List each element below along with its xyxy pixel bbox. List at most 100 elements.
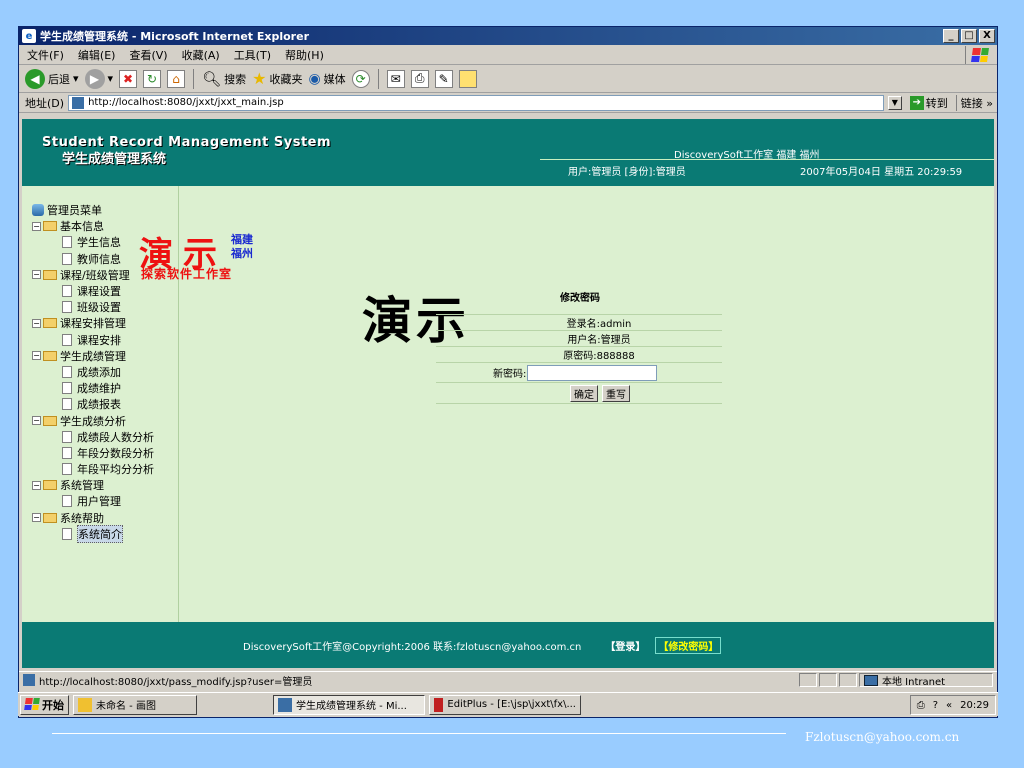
links-label: 链接 xyxy=(960,96,983,110)
copyright-text: DiscoverySoft工作室@Copyright:2006 联系:fzlot… xyxy=(243,641,582,653)
menu-item-class-setup[interactable]: 班级设置 xyxy=(32,299,178,315)
menu-item-score-band-count[interactable]: 成绩段人数分析 xyxy=(32,429,178,445)
watermark-city: 福建 福州 xyxy=(231,233,253,260)
paint-icon xyxy=(78,697,92,712)
database-icon xyxy=(32,204,44,217)
back-button[interactable]: ◀ 后退 ▾ xyxy=(25,68,79,89)
group-score-management[interactable]: − 学生成绩管理 xyxy=(32,348,178,364)
star-icon: ★ xyxy=(252,69,267,88)
watermark-studio: 探索软件工作室 xyxy=(141,267,233,281)
collapse-icon[interactable]: − xyxy=(32,480,41,490)
menu-root[interactable]: 管理员菜单 xyxy=(32,202,178,218)
editplus-icon xyxy=(434,697,444,712)
document-icon xyxy=(62,430,72,443)
datetime: 2007年05月04日 星期五 20:29:59 xyxy=(800,167,963,178)
document-icon xyxy=(62,382,72,395)
refresh-icon[interactable]: ↻ xyxy=(143,69,162,88)
document-icon xyxy=(62,446,72,459)
windows-flag-icon xyxy=(965,46,993,64)
reset-button[interactable]: 重写 xyxy=(602,384,630,402)
task-paint[interactable]: 未命名 - 画图 xyxy=(73,694,197,715)
new-password-input[interactable] xyxy=(527,364,658,381)
footer-banner: DiscoverySoft工作室@Copyright:2006 联系:fzlot… xyxy=(22,622,994,668)
search-button[interactable]: 🔍︎ 搜索 xyxy=(202,70,246,88)
document-icon xyxy=(62,527,72,540)
menu-item-score-add[interactable]: 成绩添加 xyxy=(32,364,178,380)
menu-item-grade-band[interactable]: 年段分数段分析 xyxy=(32,445,178,461)
slide-email: Fzlotuscn@yahoo.com.cn xyxy=(805,730,960,744)
login-link[interactable]: 【登录】 xyxy=(605,638,645,653)
new-password-row: 新密码: xyxy=(436,362,722,382)
intranet-icon xyxy=(864,674,878,686)
home-icon[interactable]: ⌂ xyxy=(167,69,186,88)
change-password-link[interactable]: 【修改密码】 xyxy=(655,636,722,654)
address-input[interactable]: http://localhost:8080/jxxt/jxxt_main.jsp xyxy=(68,94,884,111)
confirm-button[interactable]: 确定 xyxy=(570,384,598,402)
folder-icon xyxy=(43,480,57,491)
menu-item-score-report[interactable]: 成绩报表 xyxy=(32,396,178,412)
print-icon[interactable]: ⎙ xyxy=(410,69,429,88)
status-url: http://localhost:8080/jxxt/pass_modify.j… xyxy=(39,676,313,688)
old-password-row: 原密码:888888 xyxy=(436,346,722,362)
minimize-button[interactable]: _ xyxy=(943,29,959,43)
messenger-icon[interactable] xyxy=(458,69,477,88)
group-system-help[interactable]: − 系统帮助 xyxy=(32,510,178,526)
back-arrow-icon: ◀ xyxy=(25,68,45,89)
address-dropdown-icon[interactable]: ▼ xyxy=(887,95,902,110)
menu-item-user-management[interactable]: 用户管理 xyxy=(32,493,178,509)
go-arrow-icon: ➔ xyxy=(909,95,924,110)
favorites-button[interactable]: ★ 收藏夹 xyxy=(252,69,302,88)
maximize-button[interactable]: □ xyxy=(961,29,977,43)
group-score-analysis[interactable]: − 学生成绩分析 xyxy=(32,412,178,428)
group-course-schedule[interactable]: − 课程安排管理 xyxy=(32,315,178,331)
edit-icon[interactable]: ✎ xyxy=(434,69,453,88)
menu-item-score-maintain[interactable]: 成绩维护 xyxy=(32,380,178,396)
close-button[interactable]: X xyxy=(979,29,995,43)
menu-item-grade-average[interactable]: 年段平均分分析 xyxy=(32,461,178,477)
folder-icon xyxy=(43,269,57,280)
links-button[interactable]: 链接 » xyxy=(955,94,997,111)
media-button[interactable]: ◉ 媒体 xyxy=(308,71,345,87)
toolbar: ◀ 后退 ▾ ▶ ▾ ✖ ↻ ⌂ 🔍︎ 搜索 ★ 收藏夹 ◉ 媒体 ⟳ ✉ ⎙ … xyxy=(19,65,997,93)
history-icon[interactable]: ⟳ xyxy=(351,69,370,88)
back-dropdown-icon[interactable]: ▾ xyxy=(73,72,79,85)
menu-file[interactable]: 文件(F) xyxy=(27,47,64,63)
folder-icon xyxy=(43,512,57,523)
task-ie[interactable]: 学生成绩管理系统 - Mi... xyxy=(273,694,425,715)
collapse-icon[interactable]: − xyxy=(32,416,41,426)
folder-icon xyxy=(43,221,57,232)
menu-view[interactable]: 查看(V) xyxy=(129,47,167,63)
stop-icon[interactable]: ✖ xyxy=(119,69,138,88)
forward-dropdown-icon[interactable]: ▾ xyxy=(108,72,114,85)
group-system-management[interactable]: − 系统管理 xyxy=(32,477,178,493)
printer-icon[interactable]: ⎙ xyxy=(917,700,925,711)
help-icon[interactable]: ? xyxy=(933,700,938,711)
user-info: 用户:管理员 [身份]:管理员 xyxy=(568,167,686,178)
collapse-icon[interactable]: − xyxy=(32,270,41,280)
task-editplus[interactable]: EditPlus - [E:\jsp\jxxt\fx\... xyxy=(429,694,581,715)
collapse-icon[interactable]: − xyxy=(32,318,41,328)
menu-item-system-intro[interactable]: 系统简介 xyxy=(32,524,178,543)
start-button[interactable]: 开始 xyxy=(20,694,69,715)
mail-icon[interactable]: ✉ xyxy=(386,69,405,88)
menu-help[interactable]: 帮助(H) xyxy=(285,47,324,63)
menu-edit[interactable]: 编辑(E) xyxy=(78,47,116,63)
favorites-label: 收藏夹 xyxy=(269,72,303,86)
windows-flag-icon xyxy=(24,697,40,712)
menu-favorites[interactable]: 收藏(A) xyxy=(182,47,220,63)
address-url: http://localhost:8080/jxxt/jxxt_main.jsp xyxy=(88,97,284,108)
media-icon: ◉ xyxy=(308,70,321,87)
document-icon xyxy=(62,285,72,298)
menu-item-course-arrange[interactable]: 课程安排 xyxy=(32,332,178,348)
collapse-icon[interactable]: − xyxy=(32,351,41,361)
menu-item-course-setup[interactable]: 课程设置 xyxy=(32,283,178,299)
document-icon xyxy=(62,236,72,249)
collapse-icon[interactable]: − xyxy=(32,221,41,231)
user-name-row: 用户名:管理员 xyxy=(436,330,722,346)
header-banner: Student Record Management System 学生成绩管理系… xyxy=(22,119,994,186)
menu-tools[interactable]: 工具(T) xyxy=(234,47,271,63)
go-button[interactable]: ➔ 转到 xyxy=(906,95,952,111)
collapse-icon[interactable]: − xyxy=(32,513,41,523)
tray-expand-icon[interactable]: « xyxy=(946,700,952,711)
forward-button[interactable]: ▶ ▾ xyxy=(84,68,114,89)
